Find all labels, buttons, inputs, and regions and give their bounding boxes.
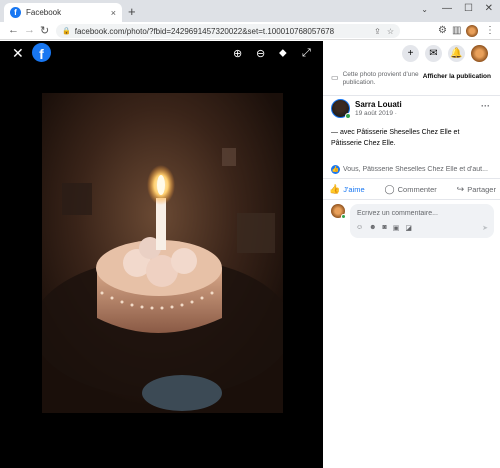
photo-details-panel: + ✉ 🔔 ▭ Cette photo provient d'une publi… bbox=[323, 41, 500, 468]
comment-box[interactable]: ☺ ☻ ◙ ▣ ◪ ➤ bbox=[350, 204, 494, 238]
fullscreen-icon[interactable]: ⤢ bbox=[302, 47, 311, 60]
photo-image[interactable] bbox=[42, 93, 283, 413]
browser-tab-bar: f Facebook × + ⌄ — ☐ ✕ bbox=[0, 0, 500, 22]
tab-search-icon[interactable]: ⌄ bbox=[421, 5, 428, 14]
post-source-notice: ▭ Cette photo provient d'une publication… bbox=[331, 71, 494, 91]
photo-viewer: ✕ f ⊕ ⊖ ⬥ ⤢ bbox=[0, 41, 323, 468]
comment-icon: ◯ bbox=[384, 183, 395, 194]
tagged-text[interactable]: Vous, Pâtisserie Sheselles Chez Elle et … bbox=[343, 166, 488, 173]
side-panel-icon[interactable]: ▥ bbox=[452, 25, 461, 36]
share-icon[interactable]: ⇪ bbox=[374, 27, 381, 36]
browser-toolbar: ← → ↻ 🔒 facebook.com/photo/?fbid=2429691… bbox=[0, 22, 500, 40]
forward-icon[interactable]: → bbox=[24, 24, 35, 36]
notice-text: Cette photo provient d'une publication. bbox=[342, 71, 419, 86]
back-icon[interactable]: ← bbox=[8, 24, 19, 36]
divider bbox=[323, 199, 500, 200]
cake-photo-graphic bbox=[42, 93, 283, 413]
tagged-people[interactable]: 👍 Vous, Pâtisserie Sheselles Chez Elle e… bbox=[331, 163, 494, 175]
new-tab-button[interactable]: + bbox=[128, 4, 136, 19]
tab-title: Facebook bbox=[26, 8, 62, 17]
comment-button[interactable]: ◯ Commenter bbox=[385, 184, 437, 195]
bell-icon[interactable]: 🔔 bbox=[448, 45, 465, 62]
divider bbox=[323, 95, 500, 96]
minimize-button[interactable]: — bbox=[442, 3, 452, 14]
browser-tab[interactable]: f Facebook × bbox=[4, 3, 122, 22]
close-icon[interactable]: ✕ bbox=[12, 45, 24, 62]
emoji-icon[interactable]: ☻ bbox=[369, 224, 376, 232]
like-label: J'aime bbox=[343, 184, 365, 194]
tag-icon[interactable]: ⬥ bbox=[279, 47, 287, 60]
post-date[interactable]: 19 août 2019 · bbox=[355, 110, 397, 117]
zoom-in-icon[interactable]: ⊕ bbox=[233, 47, 242, 60]
zoom-out-icon[interactable]: ⊖ bbox=[256, 47, 265, 60]
more-options-icon[interactable]: ··· bbox=[481, 101, 490, 111]
comment-tools: ☺ ☻ ◙ ▣ ◪ bbox=[356, 224, 418, 232]
lock-icon[interactable]: 🔒 bbox=[62, 27, 71, 35]
browser-profile-avatar[interactable] bbox=[466, 25, 478, 37]
gif-icon[interactable]: ▣ bbox=[393, 224, 400, 232]
messenger-icon[interactable]: ✉ bbox=[425, 45, 442, 62]
tab-close-button[interactable]: × bbox=[111, 8, 116, 18]
address-bar[interactable]: 🔒 facebook.com/photo/?fbid=2429691457320… bbox=[56, 24, 400, 38]
post-caption: — avec Pâtisserie Sheselles Chez Elle et… bbox=[331, 129, 460, 147]
author-name[interactable]: Sarra Louati bbox=[355, 100, 402, 109]
reload-icon[interactable]: ↻ bbox=[40, 24, 49, 37]
divider bbox=[323, 178, 500, 179]
thumbs-up-icon: 👍 bbox=[329, 183, 341, 194]
extensions-icon[interactable]: ⚙ bbox=[438, 25, 447, 36]
online-status-dot bbox=[341, 214, 346, 219]
maximize-button[interactable]: ☐ bbox=[464, 3, 473, 14]
bookmark-star-icon[interactable]: ☆ bbox=[387, 27, 394, 36]
like-reaction-icon: 👍 bbox=[331, 164, 340, 174]
view-post-button[interactable]: Afficher la publication bbox=[419, 71, 494, 82]
like-button[interactable]: 👍 J'aime bbox=[329, 184, 365, 195]
camera-icon[interactable]: ◙ bbox=[383, 224, 387, 232]
avatar-sticker-icon[interactable]: ☺ bbox=[356, 224, 363, 232]
comment-label: Commenter bbox=[397, 184, 437, 194]
send-icon[interactable]: ➤ bbox=[482, 224, 488, 232]
info-icon: ▭ bbox=[331, 73, 339, 82]
sticker-icon[interactable]: ◪ bbox=[405, 224, 412, 232]
profile-avatar[interactable] bbox=[471, 45, 488, 62]
facebook-favicon-icon: f bbox=[10, 7, 21, 18]
url-text: facebook.com/photo/?fbid=242969145732002… bbox=[74, 26, 335, 36]
online-status-dot bbox=[345, 113, 351, 119]
plus-icon[interactable]: + bbox=[402, 45, 419, 62]
share-arrow-icon: ↪ bbox=[456, 183, 465, 194]
browser-menu-icon[interactable]: ⋮ bbox=[485, 25, 495, 36]
post-actions: 👍 J'aime ◯ Commenter ↪ Partager bbox=[329, 182, 496, 196]
window-close-button[interactable]: ✕ bbox=[485, 3, 493, 14]
comment-input[interactable] bbox=[357, 208, 487, 218]
facebook-logo-icon[interactable]: f bbox=[32, 43, 51, 62]
comment-composer: ☺ ☻ ◙ ▣ ◪ ➤ bbox=[331, 204, 494, 238]
share-button[interactable]: ↪ Partager bbox=[457, 184, 496, 195]
post-author: Sarra Louati 19 août 2019 · ··· bbox=[331, 99, 494, 121]
share-label: Partager bbox=[467, 184, 496, 194]
